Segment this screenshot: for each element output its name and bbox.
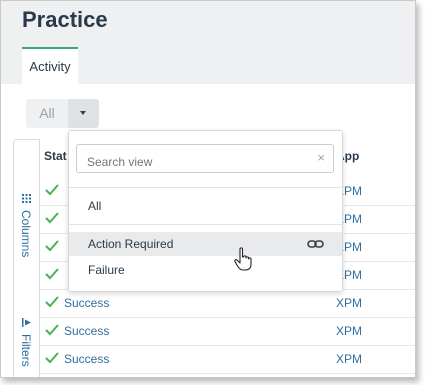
view-dropdown-button[interactable] bbox=[68, 99, 99, 128]
check-icon bbox=[45, 324, 59, 336]
app-window: Practice Activity All Columns Filters St… bbox=[0, 0, 416, 378]
view-all-button[interactable]: All bbox=[26, 99, 68, 128]
app-cell: XPM bbox=[336, 352, 363, 366]
link-icon[interactable] bbox=[307, 238, 324, 250]
menu-divider bbox=[69, 187, 342, 188]
status-cell: Success bbox=[64, 324, 110, 338]
check-icon bbox=[45, 296, 59, 308]
caret-down-icon bbox=[80, 111, 86, 115]
columns-toggle[interactable]: Columns bbox=[19, 210, 33, 257]
view-option-action-required[interactable]: Action Required bbox=[69, 232, 342, 256]
table-row[interactable]: Success XPM bbox=[38, 289, 415, 318]
status-cell: Success bbox=[64, 296, 110, 310]
app-cell: XPM bbox=[336, 296, 363, 310]
check-icon bbox=[45, 268, 59, 280]
view-option-failure[interactable]: Failure bbox=[69, 258, 342, 282]
check-icon bbox=[45, 240, 59, 252]
tab-activity[interactable]: Activity bbox=[22, 47, 78, 84]
view-option-all[interactable]: All bbox=[69, 194, 342, 218]
status-cell: Success bbox=[64, 352, 110, 366]
view-option-label: Action Required bbox=[88, 237, 174, 251]
check-icon bbox=[45, 352, 59, 364]
filters-toggle[interactable]: Filters bbox=[19, 334, 33, 376]
hand-cursor-icon bbox=[234, 247, 252, 271]
side-panel: Columns Filters bbox=[13, 139, 40, 377]
search-view-input[interactable] bbox=[76, 144, 334, 173]
check-icon bbox=[45, 184, 59, 196]
page-header: Practice Activity bbox=[1, 1, 415, 84]
column-header-status[interactable]: Stat bbox=[44, 149, 67, 163]
app-cell: XPM bbox=[336, 324, 363, 338]
view-menu: × All Action Required Failure bbox=[68, 130, 343, 292]
table-row[interactable]: Success XPM bbox=[38, 345, 415, 374]
table-row[interactable]: Success XPM bbox=[38, 317, 415, 346]
clear-search-icon[interactable]: × bbox=[317, 150, 325, 165]
check-icon bbox=[45, 212, 59, 224]
menu-divider bbox=[69, 224, 342, 225]
page-title: Practice bbox=[22, 7, 108, 32]
grid-icon bbox=[22, 194, 31, 203]
filter-icon bbox=[22, 318, 31, 327]
